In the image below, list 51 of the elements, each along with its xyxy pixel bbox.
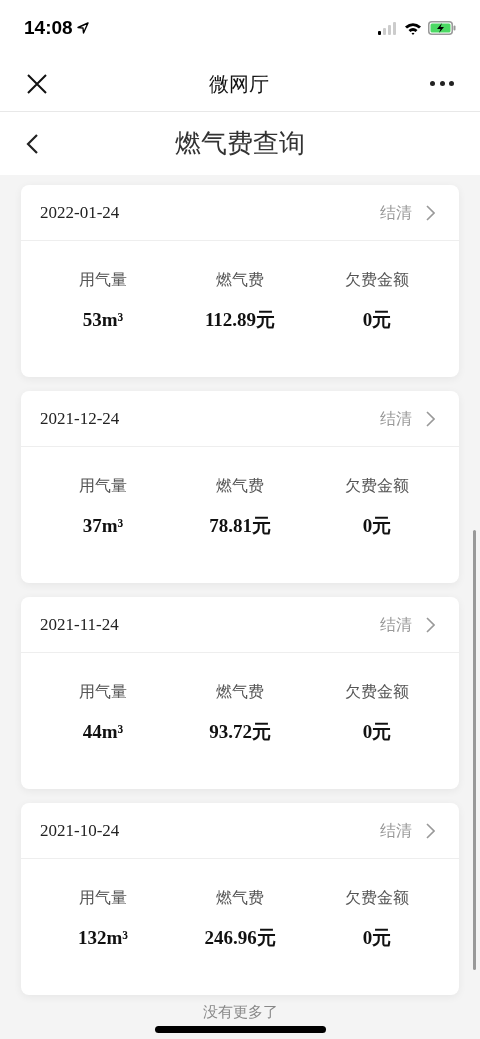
field-label: 用气量 [79,888,127,908]
status-label: 结清 [380,202,412,223]
field-value: 78.81元 [209,514,271,538]
no-more-text: 没有更多了 [202,1002,278,1022]
field-label: 燃气费 [216,476,264,496]
chevron-right-icon [426,410,435,427]
field-label: 燃气费 [216,270,264,290]
bill-card[interactable]: 2022-01-24 结清 用气量 53m³ 燃气费 112.89元 欠费金额 0元 [21,185,459,377]
close-button[interactable] [26,72,48,95]
bill-date: 2022-01-24 [40,201,120,224]
field-value: 93.72元 [209,720,271,744]
field-value: 0元 [362,514,392,538]
field-value: 246.96元 [204,926,276,950]
field-value: 0元 [362,926,392,950]
field-value: 44m³ [82,720,124,744]
field-label: 用气量 [79,682,127,702]
field-label: 燃气费 [216,682,264,702]
field-label: 欠费金额 [345,682,409,702]
page-title: 燃气费查询 [175,127,305,160]
signal-icon [378,21,398,35]
field-label: 用气量 [79,476,127,496]
status-time: 14:08 [24,15,73,40]
field-value: 112.89元 [204,308,276,332]
bill-date: 2021-10-24 [40,819,120,842]
field-value: 0元 [362,308,392,332]
field-value: 53m³ [82,308,124,332]
chevron-right-icon [426,616,435,633]
field-label: 欠费金额 [345,888,409,908]
back-button[interactable] [25,131,41,156]
field-label: 欠费金额 [345,476,409,496]
field-value: 132m³ [78,926,128,950]
status-label: 结清 [380,614,412,635]
chevron-right-icon [426,204,435,221]
nav-title: 微网厅 [209,71,269,97]
bill-card[interactable]: 2021-11-24 结清 用气量 44m³ 燃气费 93.72元 欠费金额 0元 [21,597,459,789]
field-label: 欠费金额 [345,270,409,290]
status-label: 结清 [380,820,412,841]
bill-date: 2021-11-24 [40,613,119,636]
field-label: 用气量 [79,270,127,290]
bill-date: 2021-12-24 [40,407,120,430]
more-button[interactable] [430,79,454,88]
field-label: 燃气费 [216,888,264,908]
bill-card[interactable]: 2021-12-24 结清 用气量 37m³ 燃气费 78.81元 欠费金额 0元 [21,391,459,583]
battery-charging-icon [428,21,456,35]
field-value: 0元 [362,720,392,744]
field-value: 37m³ [82,514,124,538]
chevron-right-icon [426,822,435,839]
location-arrow-icon [76,22,89,34]
bill-card[interactable]: 2021-10-24 结清 用气量 132m³ 燃气费 246.96元 欠费金额 0元 [21,803,459,995]
wifi-icon [404,21,422,35]
status-label: 结清 [380,408,412,429]
